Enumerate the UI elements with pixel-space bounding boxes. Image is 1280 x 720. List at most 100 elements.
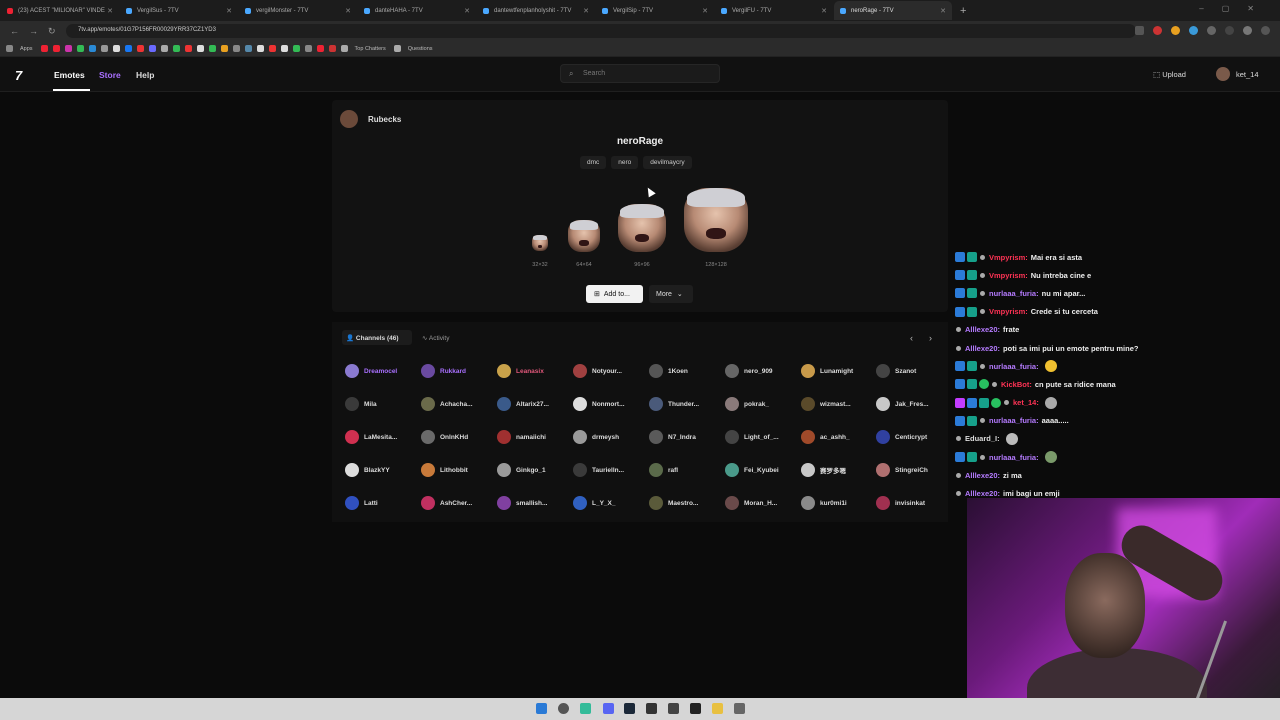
channel-item[interactable]: nero_909: [725, 364, 809, 378]
close-tab-icon[interactable]: ✕: [226, 7, 232, 15]
bookmark-icon[interactable]: [280, 45, 288, 52]
channel-item[interactable]: Thunder...: [649, 397, 733, 411]
bookmark-icon[interactable]: [256, 45, 264, 52]
more-button[interactable]: More ⌄: [649, 285, 693, 303]
tag-chip[interactable]: dmc: [580, 156, 607, 169]
channel-item[interactable]: N7_Indra: [649, 430, 733, 444]
url-field[interactable]: 7tv.app/emotes/01G7P156FR00029YRR37CZ1YD…: [66, 24, 1136, 38]
channel-item[interactable]: AshCher...: [421, 496, 505, 510]
channel-item[interactable]: namaiichi: [497, 430, 581, 444]
chevron-right-icon[interactable]: ›: [929, 333, 932, 343]
chrome-icon[interactable]: [580, 703, 591, 714]
channel-item[interactable]: wizmast...: [801, 397, 885, 411]
channel-item[interactable]: kur0mi1i: [801, 496, 885, 510]
nav-store[interactable]: Store: [99, 70, 121, 80]
channel-item[interactable]: Nonmort...: [573, 397, 657, 411]
profile-icon[interactable]: [1243, 26, 1252, 35]
channel-item[interactable]: Taurielln...: [573, 463, 657, 477]
app-icon[interactable]: [668, 703, 679, 714]
browser-tab[interactable]: VergilFU - 7TV ✕: [715, 1, 833, 20]
close-tab-icon[interactable]: ✕: [345, 7, 351, 15]
browser-tab[interactable]: VergilSus - 7TV ✕: [120, 1, 238, 20]
add-to-button[interactable]: ⊞ Add to...: [586, 285, 643, 303]
bookmark-icon[interactable]: [112, 45, 120, 52]
channel-item[interactable]: ac_ashh_: [801, 430, 885, 444]
upload-button[interactable]: ⬚ Upload: [1153, 70, 1186, 79]
bookmark-icon[interactable]: [148, 45, 156, 52]
channel-item[interactable]: Fei_Kyubei: [725, 463, 809, 477]
channel-item[interactable]: L_Y_X_: [573, 496, 657, 510]
tab-channels[interactable]: 👤 Channels (46): [342, 330, 412, 345]
bookmark-icon[interactable]: [160, 45, 168, 52]
tag-chip[interactable]: devilmaycry: [643, 156, 692, 169]
close-tab-icon[interactable]: ✕: [583, 7, 589, 15]
menu-icon[interactable]: [1261, 26, 1270, 35]
channel-item[interactable]: Notyour...: [573, 364, 657, 378]
nav-help[interactable]: Help: [136, 70, 154, 80]
channel-item[interactable]: Light_of_...: [725, 430, 809, 444]
bookmark-icon[interactable]: [64, 45, 72, 52]
bookmark-icon[interactable]: [40, 45, 48, 52]
channel-item[interactable]: Maestro...: [649, 496, 733, 510]
reload-icon[interactable]: ↻: [48, 26, 56, 37]
bookmark-icon[interactable]: [316, 45, 324, 52]
close-tab-icon[interactable]: ✕: [821, 7, 827, 15]
channel-item[interactable]: pokrak_: [725, 397, 809, 411]
discord-icon[interactable]: [603, 703, 614, 714]
bookmark-icon[interactable]: [268, 45, 276, 52]
bookmark-icon[interactable]: [172, 45, 180, 52]
channel-item[interactable]: Szanot: [876, 364, 960, 378]
channel-item[interactable]: BlazkYY: [345, 463, 429, 477]
channel-item[interactable]: Lithobbit: [421, 463, 505, 477]
channel-item[interactable]: Jak_Fres...: [876, 397, 960, 411]
browser-tab[interactable]: neroRage - 7TV ✕: [834, 1, 952, 20]
7tv-logo-icon[interactable]: 7: [15, 68, 22, 83]
emote-author[interactable]: Rubecks: [340, 110, 401, 128]
close-tab-icon[interactable]: ✕: [464, 7, 470, 15]
close-tab-icon[interactable]: ✕: [702, 7, 708, 15]
channel-item[interactable]: smallish...: [497, 496, 581, 510]
channel-item[interactable]: Ginkgo_1: [497, 463, 581, 477]
bookmark-icon[interactable]: [136, 45, 144, 52]
bookmark-icon[interactable]: [328, 45, 336, 52]
apps-bookmark[interactable]: Apps: [20, 46, 33, 52]
browser-tab[interactable]: VergilSip - 7TV ✕: [596, 1, 714, 20]
extension-icon[interactable]: [1171, 26, 1180, 35]
bookmark-icon[interactable]: [184, 45, 192, 52]
bookmark-icon[interactable]: [244, 45, 252, 52]
folder-icon[interactable]: [712, 703, 723, 714]
channel-item[interactable]: 1Koen: [649, 364, 733, 378]
search-input[interactable]: ⌕ Search: [560, 64, 720, 83]
back-icon[interactable]: ←: [10, 26, 19, 36]
channel-item[interactable]: Mila: [345, 397, 429, 411]
new-tab-button[interactable]: +: [960, 5, 966, 17]
bookmark-icon[interactable]: [88, 45, 96, 52]
chevron-left-icon[interactable]: ‹: [910, 333, 913, 343]
close-tab-icon[interactable]: ✕: [940, 7, 946, 15]
nav-emotes[interactable]: Emotes: [54, 70, 85, 80]
tag-chip[interactable]: nero: [611, 156, 639, 169]
channel-item[interactable]: Rukkard: [421, 364, 505, 378]
channel-item[interactable]: StingreiCh: [876, 463, 960, 477]
star-icon[interactable]: [1135, 26, 1144, 35]
bookmark-icon[interactable]: [340, 45, 348, 52]
channel-item[interactable]: Centicrypt: [876, 430, 960, 444]
channel-item[interactable]: OnInKHd: [421, 430, 505, 444]
bookmark-icon[interactable]: [76, 45, 84, 52]
bookmark-icon[interactable]: [292, 45, 300, 52]
forward-icon[interactable]: →: [29, 26, 38, 36]
user-menu[interactable]: ket_14: [1216, 67, 1259, 81]
app-icon[interactable]: [734, 703, 745, 714]
start-icon[interactable]: [536, 703, 547, 714]
app-icon[interactable]: [646, 703, 657, 714]
close-tab-icon[interactable]: ✕: [107, 7, 113, 15]
channel-item[interactable]: Achacha...: [421, 397, 505, 411]
channel-item[interactable]: Latti: [345, 496, 429, 510]
apps-icon[interactable]: [6, 45, 13, 52]
bookmark-icon[interactable]: [220, 45, 228, 52]
bookmark-icon[interactable]: [393, 45, 401, 52]
bookmark-icon[interactable]: [124, 45, 132, 52]
extension-icon[interactable]: [1153, 26, 1162, 35]
browser-tab[interactable]: (23) ACEST "MILIONAR" VINDE ✕: [1, 1, 119, 20]
window-controls[interactable]: –▢✕: [1199, 4, 1272, 13]
